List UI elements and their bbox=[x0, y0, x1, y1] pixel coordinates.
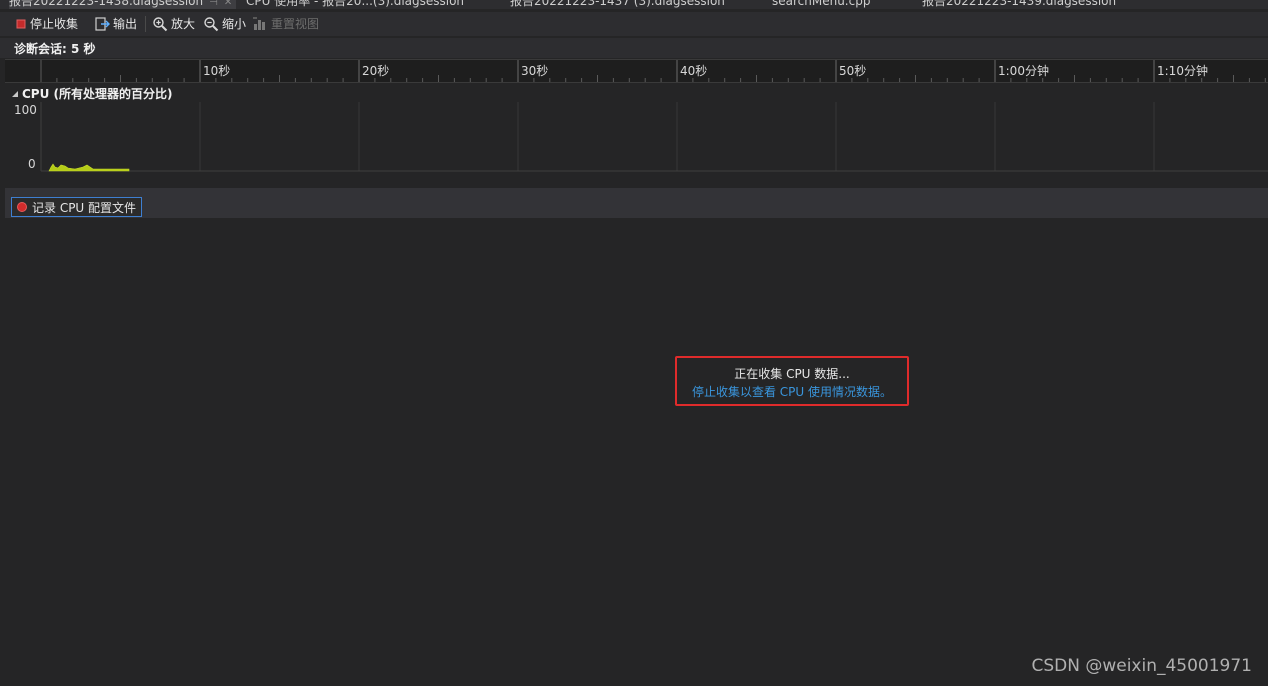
tab-label: 报告20221223-1437 (3).diagsession bbox=[510, 0, 725, 8]
export-label: 输出 bbox=[113, 17, 138, 31]
stop-collection-label: 停止收集 bbox=[30, 17, 79, 31]
tab-searchmenu-cpp[interactable]: searchMenu.cpp bbox=[772, 0, 870, 9]
tab-label: 报告20221223-1439.diagsession bbox=[922, 0, 1117, 8]
collapse-triangle-icon[interactable] bbox=[11, 90, 19, 98]
reset-view-label: 重置视图 bbox=[271, 17, 320, 31]
close-icon[interactable]: ✕ bbox=[224, 0, 232, 8]
tab-report-1439[interactable]: 报告20221223-1439.diagsession bbox=[922, 0, 1116, 9]
stop-collection-button[interactable]: 停止收集 bbox=[15, 15, 78, 33]
export-button[interactable]: 输出 bbox=[94, 15, 137, 33]
tick-label: 1:10分钟 bbox=[1157, 64, 1208, 78]
stop-to-view-link[interactable]: 停止收集以查看 CPU 使用情况数据。 bbox=[677, 383, 907, 400]
zoom-in-label: 放大 bbox=[171, 17, 196, 31]
tab-report-1438[interactable]: 报告20221223-1438.diagsession ⊣ ✕ bbox=[9, 0, 237, 9]
record-cpu-profile-label: 记录 CPU 配置文件 bbox=[32, 200, 137, 215]
watermark: CSDN @weixin_45001971 bbox=[1031, 656, 1252, 676]
tab-cpu-usage-report[interactable]: CPU 使用率 - 报告20...(3).diagsession bbox=[246, 0, 464, 9]
record-cpu-profile-button[interactable]: 记录 CPU 配置文件 bbox=[11, 197, 143, 217]
cpu-usage-graph[interactable]: 100 0 bbox=[5, 102, 1268, 172]
tick-label: 30秒 bbox=[521, 64, 549, 78]
zoom-out-icon bbox=[204, 17, 219, 32]
record-icon bbox=[17, 202, 27, 212]
stop-icon bbox=[16, 19, 26, 29]
timeline-ruler[interactable]: 10秒 20秒 30秒 40秒 50秒 1:00分钟 1:10分钟 bbox=[5, 59, 1268, 83]
cpu-panel-header: CPU (所有处理器的百分比) bbox=[5, 84, 1268, 102]
zoom-in-button[interactable]: 放大 bbox=[152, 15, 195, 33]
cpu-usage-series bbox=[48, 163, 130, 172]
pin-icon[interactable]: ⊣ bbox=[209, 0, 218, 8]
document-tab-strip: 报告20221223-1438.diagsession ⊣ ✕ CPU 使用率 - … bbox=[0, 0, 1268, 9]
session-title: 诊断会话: 5 秒 bbox=[14, 42, 96, 56]
reset-view-icon bbox=[253, 17, 265, 30]
tick-label: 50秒 bbox=[839, 64, 867, 78]
tick-label: 10秒 bbox=[203, 64, 231, 78]
tab-label: 报告20221223-1438.diagsession bbox=[9, 0, 204, 8]
tick-label: 20秒 bbox=[362, 64, 390, 78]
tick-label: 40秒 bbox=[680, 64, 708, 78]
zoom-in-icon bbox=[153, 17, 168, 32]
cpu-panel-title[interactable]: CPU (所有处理器的百分比) bbox=[11, 85, 173, 102]
tab-report-1437[interactable]: 报告20221223-1437 (3).diagsession bbox=[510, 0, 725, 9]
tab-label: searchMenu.cpp bbox=[772, 0, 871, 8]
cpu-graph-canvas bbox=[40, 102, 1268, 172]
collecting-message-box: 正在收集 CPU 数据... 停止收集以查看 CPU 使用情况数据。 bbox=[675, 356, 909, 406]
zoom-out-button[interactable]: 缩小 bbox=[203, 15, 246, 33]
export-icon bbox=[95, 17, 110, 31]
cpu-profile-bar: 记录 CPU 配置文件 bbox=[5, 192, 1268, 218]
reset-view-button[interactable]: 重置视图 bbox=[252, 15, 319, 33]
session-header: 诊断会话: 5 秒 bbox=[0, 38, 1268, 58]
tick-label: 1:00分钟 bbox=[998, 64, 1049, 78]
cpu-details-pane: 正在收集 CPU 数据... 停止收集以查看 CPU 使用情况数据。 bbox=[5, 219, 1268, 686]
toolbar-separator bbox=[145, 16, 146, 32]
diagnostics-toolbar: 停止收集 输出 放大 缩小 重置视图 bbox=[0, 12, 1268, 36]
collecting-status-text: 正在收集 CPU 数据... bbox=[734, 367, 850, 381]
zoom-out-label: 缩小 bbox=[222, 17, 247, 31]
cpu-panel-title-text: CPU (所有处理器的百分比) bbox=[22, 87, 173, 101]
tab-label: CPU 使用率 - 报告20...(3).diagsession bbox=[246, 0, 465, 8]
ruler-ticks bbox=[40, 60, 1266, 82]
